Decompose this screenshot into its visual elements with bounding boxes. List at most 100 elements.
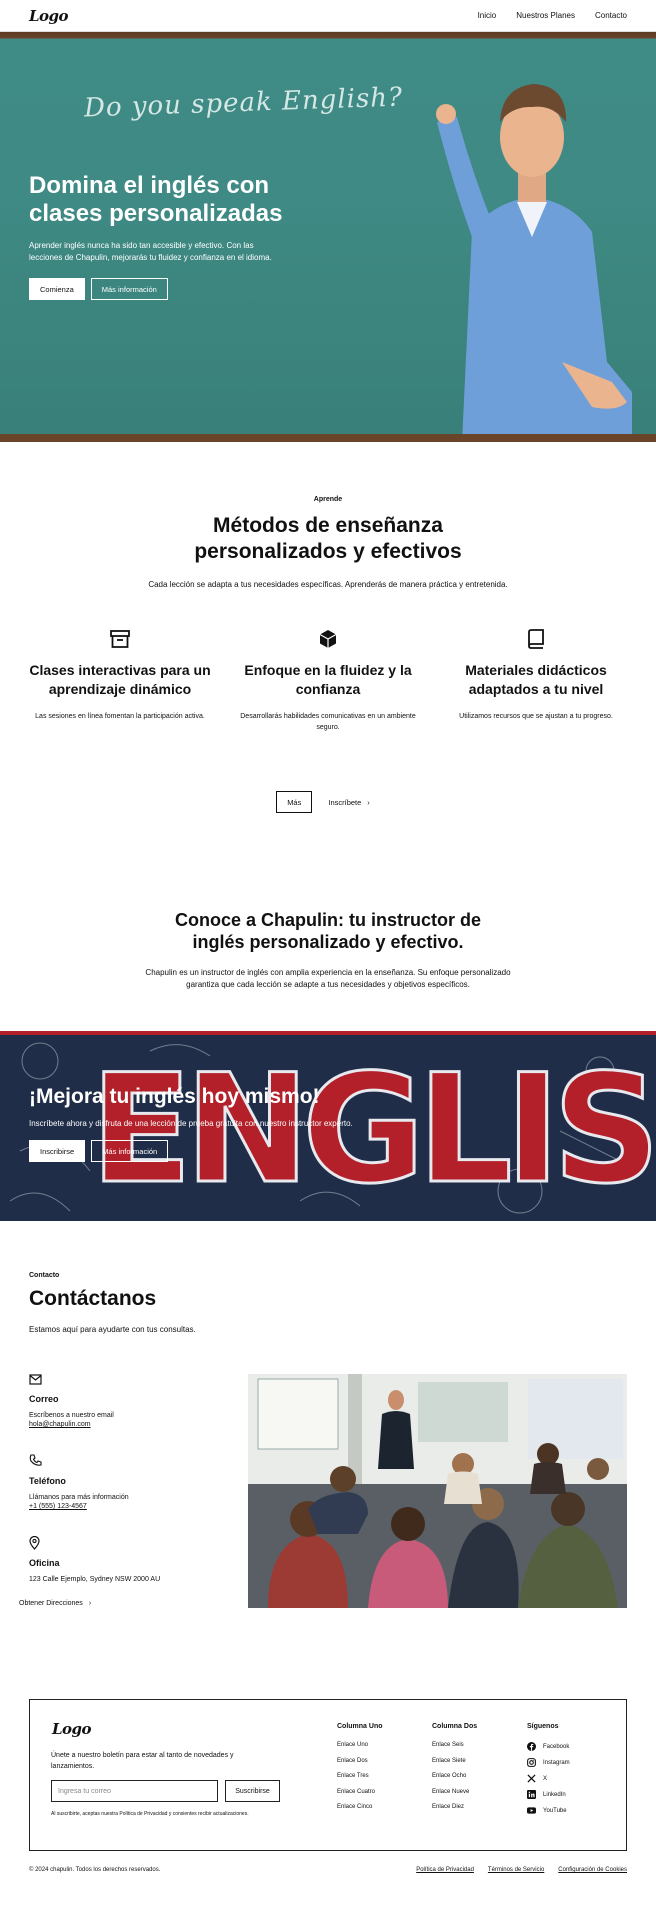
cookies-link[interactable]: Configuración de Cookies bbox=[558, 1867, 627, 1873]
feature-title: Materiales didácticos adaptados a tu niv… bbox=[465, 662, 607, 697]
directions-link[interactable]: Obtener Direcciones › bbox=[19, 1600, 91, 1607]
register-button[interactable]: Inscribirse bbox=[29, 1140, 86, 1162]
footer-column-two: Columna Dos Enlace Seis Enlace Siete Enl… bbox=[432, 1723, 477, 1820]
newsletter-email-input[interactable]: Ingresa tu correo bbox=[51, 1780, 218, 1802]
social-label: LinkedIn bbox=[543, 1791, 566, 1798]
feature-text: Utilizamos recursos que se ajustan a tu … bbox=[459, 713, 613, 720]
classroom-image bbox=[248, 1374, 627, 1608]
column-title: Columna Dos bbox=[432, 1723, 478, 1730]
footer-link[interactable]: Enlace Cuatro bbox=[337, 1789, 383, 1795]
social-x[interactable]: X bbox=[527, 1774, 570, 1783]
bottom-bar: © 2024 chapulin. Todos los derechos rese… bbox=[0, 1851, 656, 1873]
chalkboard-text: Do you speak English? bbox=[83, 82, 404, 124]
hero-content: Domina el inglés con clases personalizad… bbox=[29, 172, 289, 300]
logo[interactable]: Logo bbox=[29, 7, 69, 25]
about-text: Chapulin es un instructor de inglés con … bbox=[145, 968, 511, 989]
about-title: Conoce a Chapulin: tu instructor de ingl… bbox=[174, 910, 481, 952]
directions-label: Obtener Direcciones bbox=[19, 1600, 83, 1607]
footer-link[interactable]: Enlace Siete bbox=[432, 1758, 477, 1764]
hero-section: Do you speak English? Domina el inglés c… bbox=[0, 32, 656, 442]
social-label: YouTube bbox=[543, 1807, 567, 1814]
feature-text: Desarrollarás habilidades comunicativas … bbox=[240, 713, 416, 731]
feature-card: Clases interactivas para un aprendizaje … bbox=[20, 629, 220, 733]
footer-link[interactable]: Enlace Cinco bbox=[337, 1804, 383, 1810]
more-info-button[interactable]: Más información bbox=[90, 278, 168, 300]
nav-link-planes[interactable]: Nuestros Planes bbox=[516, 11, 575, 20]
chevron-right-icon: › bbox=[88, 1600, 92, 1607]
feature-card: Materiales didácticos adaptados a tu niv… bbox=[436, 629, 636, 733]
teacher-image bbox=[436, 84, 632, 442]
footer-link[interactable]: Enlace Uno bbox=[337, 1742, 383, 1748]
column-title: Columna Uno bbox=[337, 1723, 383, 1730]
feature-text: Las sesiones en línea fomentan la partic… bbox=[35, 713, 205, 720]
nav-link-inicio[interactable]: Inicio bbox=[478, 11, 497, 20]
youtube-icon bbox=[527, 1807, 536, 1814]
signup-link[interactable]: Inscríbete › bbox=[318, 791, 379, 813]
contact-subtitle: Estamos aquí para ayudarte con tus consu… bbox=[29, 1325, 196, 1334]
footer-link[interactable]: Enlace Dos bbox=[337, 1758, 383, 1764]
about-section: Conoce a Chapulin: tu instructor de ingl… bbox=[0, 813, 656, 991]
email-title: Correo bbox=[29, 1394, 59, 1404]
legal-links: Política de Privacidad Términos de Servi… bbox=[416, 1867, 627, 1873]
phone-text: Llámanos para más información bbox=[29, 1494, 129, 1501]
facebook-icon bbox=[527, 1742, 536, 1751]
contact-phone: Teléfono Llámanos para más información +… bbox=[29, 1454, 229, 1510]
x-icon bbox=[527, 1774, 536, 1783]
features-grid: Clases interactivas para un aprendizaje … bbox=[0, 591, 656, 733]
nav-links: Inicio Nuestros Planes Contacto bbox=[478, 11, 627, 20]
newsletter-legal: Al suscribirte, aceptas nuestra Política… bbox=[51, 1811, 249, 1817]
social-label: Instagram bbox=[543, 1759, 570, 1766]
section-eyebrow: Contacto bbox=[29, 1272, 60, 1279]
email-text: Escríbenos a nuestro email bbox=[29, 1412, 114, 1419]
cube-icon bbox=[228, 629, 428, 651]
copyright: © 2024 chapulin. Todos los derechos rese… bbox=[29, 1867, 161, 1873]
footer-link[interactable]: Enlace Ocho bbox=[432, 1773, 477, 1779]
more-button[interactable]: Más bbox=[276, 791, 313, 813]
cta-more-info-button[interactable]: Más información bbox=[91, 1140, 169, 1162]
phone-link[interactable]: +1 (555) 123-4567 bbox=[29, 1503, 229, 1510]
methods-text: Cada lección se adapta a tus necesidades… bbox=[148, 580, 508, 589]
linkedin-icon bbox=[527, 1790, 536, 1799]
footer-column-one: Columna Uno Enlace Uno Enlace Dos Enlace… bbox=[337, 1723, 383, 1820]
social-linkedin[interactable]: LinkedIn bbox=[527, 1790, 570, 1799]
methods-actions: Más Inscríbete › bbox=[0, 791, 656, 813]
subscribe-button[interactable]: Suscribirse bbox=[225, 1780, 280, 1802]
social-label: Facebook bbox=[543, 1743, 570, 1750]
social-youtube[interactable]: YouTube bbox=[527, 1806, 570, 1815]
contact-section: Contacto Contáctanos Estamos aquí para a… bbox=[0, 1221, 656, 1699]
cta-title: ¡Mejora tu inglés hoy mismo! bbox=[29, 1085, 320, 1108]
start-button[interactable]: Comienza bbox=[29, 278, 85, 300]
privacy-link[interactable]: Política de Privacidad bbox=[416, 1867, 474, 1873]
footer-link[interactable]: Enlace Tres bbox=[337, 1773, 383, 1779]
contact-office: Oficina 123 Calle Ejemplo, Sydney NSW 20… bbox=[29, 1535, 229, 1585]
phone-icon bbox=[29, 1454, 229, 1468]
footer: Logo Únete a nuestro boletín para estar … bbox=[29, 1699, 627, 1851]
terms-link[interactable]: Términos de Servicio bbox=[488, 1867, 544, 1873]
top-nav: Logo Inicio Nuestros Planes Contacto bbox=[0, 0, 656, 32]
methods-section: Aprende Métodos de enseñanza personaliza… bbox=[0, 442, 656, 813]
office-text: 123 Calle Ejemplo, Sydney NSW 2000 AU bbox=[29, 1576, 161, 1583]
nav-link-contacto[interactable]: Contacto bbox=[595, 11, 627, 20]
social-label: X bbox=[543, 1775, 548, 1782]
chalkboard-frame bbox=[0, 434, 656, 442]
contact-email: Correo Escríbenos a nuestro email hola@c… bbox=[29, 1372, 229, 1428]
social-facebook[interactable]: Facebook bbox=[527, 1742, 570, 1751]
email-link[interactable]: hola@chapulin.com bbox=[29, 1421, 229, 1428]
footer-social: Síguenos Facebook Instagram X LinkedIn Y… bbox=[527, 1723, 570, 1822]
contact-info: Correo Escríbenos a nuestro email hola@c… bbox=[29, 1372, 229, 1585]
map-pin-icon bbox=[29, 1535, 229, 1550]
chevron-right-icon: › bbox=[367, 797, 370, 807]
footer-link[interactable]: Enlace Nueve bbox=[432, 1789, 477, 1795]
feature-title: Clases interactivas para un aprendizaje … bbox=[29, 662, 211, 697]
footer-link[interactable]: Enlace Diez bbox=[432, 1804, 477, 1810]
instagram-icon bbox=[527, 1758, 536, 1767]
office-title: Oficina bbox=[29, 1558, 60, 1568]
cta-text: Inscríbete ahora y disfruta de una lecci… bbox=[29, 1119, 353, 1128]
social-instagram[interactable]: Instagram bbox=[527, 1758, 570, 1767]
footer-link[interactable]: Enlace Seis bbox=[432, 1742, 477, 1748]
footer-logo[interactable]: Logo bbox=[52, 1720, 92, 1738]
phone-title: Teléfono bbox=[29, 1476, 66, 1486]
feature-card: Enfoque en la fluidez y la confianza Des… bbox=[228, 629, 428, 733]
cta-section: ENGLISH ¡Mejora tu inglés hoy mismo! Ins… bbox=[0, 1031, 656, 1221]
hero-text: Aprender inglés nunca ha sido tan accesi… bbox=[29, 241, 272, 262]
